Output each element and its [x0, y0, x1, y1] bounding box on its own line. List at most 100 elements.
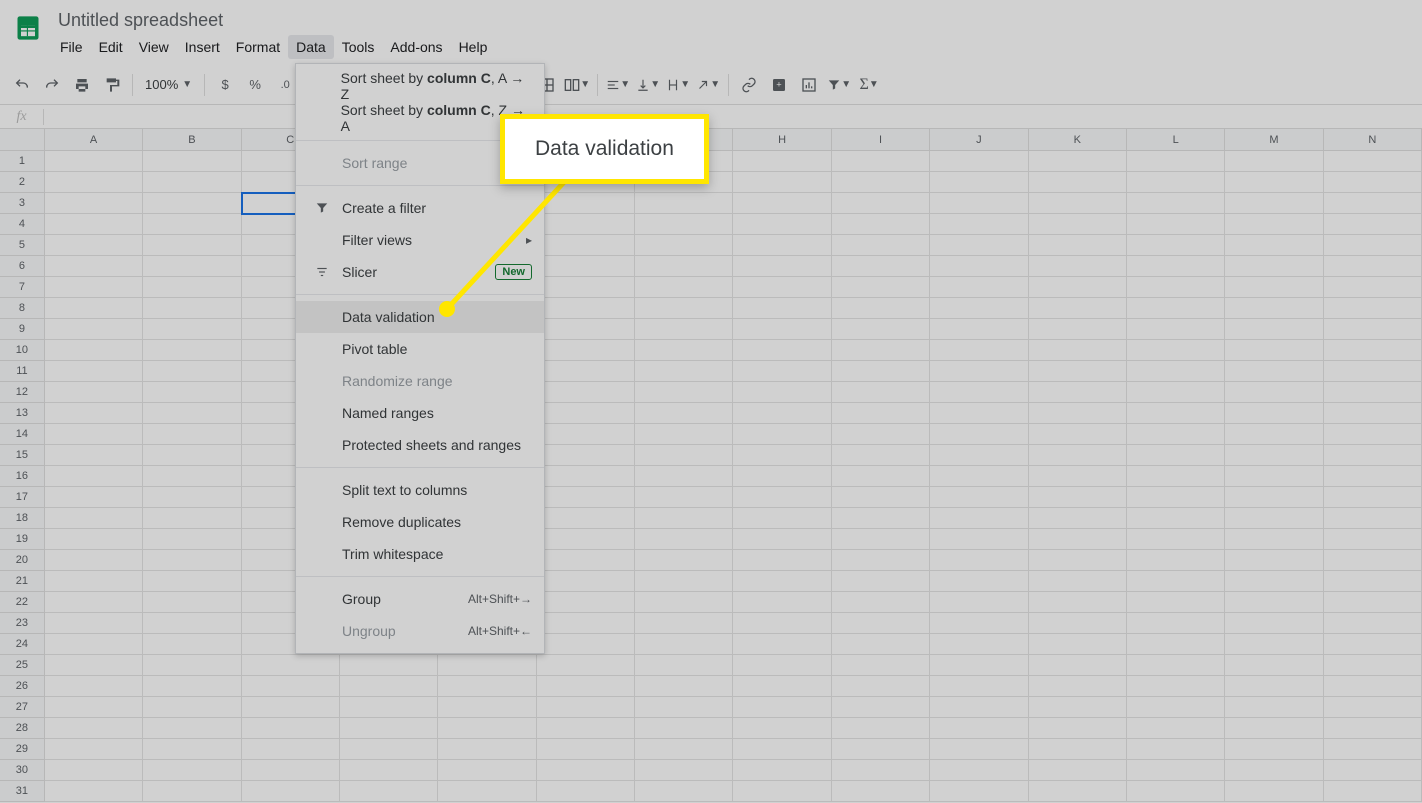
- cell[interactable]: [832, 214, 930, 235]
- cell[interactable]: [733, 340, 831, 361]
- cell[interactable]: [537, 760, 635, 781]
- row-header[interactable]: 1: [0, 151, 45, 172]
- cell[interactable]: [1324, 550, 1422, 571]
- cell[interactable]: [1324, 382, 1422, 403]
- cell[interactable]: [143, 382, 241, 403]
- cell[interactable]: [832, 172, 930, 193]
- cell[interactable]: [1225, 151, 1323, 172]
- cell[interactable]: [635, 319, 733, 340]
- cell[interactable]: [1324, 571, 1422, 592]
- cell[interactable]: [1127, 739, 1225, 760]
- cell[interactable]: [930, 256, 1028, 277]
- cell[interactable]: [733, 361, 831, 382]
- cell[interactable]: [1029, 697, 1127, 718]
- cell[interactable]: [832, 760, 930, 781]
- cell[interactable]: [635, 529, 733, 550]
- cell[interactable]: [1127, 655, 1225, 676]
- cell[interactable]: [45, 760, 143, 781]
- cell[interactable]: [1225, 676, 1323, 697]
- cell[interactable]: [1225, 298, 1323, 319]
- cell[interactable]: [1225, 697, 1323, 718]
- cell[interactable]: [635, 340, 733, 361]
- cell[interactable]: [45, 340, 143, 361]
- cell[interactable]: [537, 340, 635, 361]
- cell[interactable]: [930, 466, 1028, 487]
- cell[interactable]: [930, 760, 1028, 781]
- cell[interactable]: [635, 382, 733, 403]
- cell[interactable]: [1127, 466, 1225, 487]
- cell[interactable]: [733, 256, 831, 277]
- cell[interactable]: [930, 487, 1028, 508]
- cell[interactable]: [143, 193, 241, 214]
- cell[interactable]: [143, 571, 241, 592]
- cell[interactable]: [635, 781, 733, 802]
- cell[interactable]: [635, 403, 733, 424]
- cell[interactable]: [1324, 697, 1422, 718]
- cell[interactable]: [1225, 403, 1323, 424]
- cell[interactable]: [45, 655, 143, 676]
- cell[interactable]: [45, 361, 143, 382]
- cell[interactable]: [930, 781, 1028, 802]
- document-title[interactable]: Untitled spreadsheet: [52, 8, 495, 33]
- cell[interactable]: [45, 550, 143, 571]
- cell[interactable]: [242, 697, 340, 718]
- cell[interactable]: [537, 739, 635, 760]
- menu-format[interactable]: Format: [228, 35, 288, 59]
- cell[interactable]: [143, 466, 241, 487]
- cell[interactable]: [1029, 571, 1127, 592]
- row-header[interactable]: 24: [0, 634, 45, 655]
- cell[interactable]: [537, 613, 635, 634]
- cell[interactable]: [1324, 718, 1422, 739]
- cell[interactable]: [340, 760, 438, 781]
- menu-filter-views[interactable]: Filter views▸: [296, 224, 544, 256]
- cell[interactable]: [537, 193, 635, 214]
- cell[interactable]: [1029, 634, 1127, 655]
- cell[interactable]: [1029, 298, 1127, 319]
- row-header[interactable]: 15: [0, 445, 45, 466]
- cell[interactable]: [1324, 529, 1422, 550]
- cell[interactable]: [930, 340, 1028, 361]
- cell[interactable]: [45, 466, 143, 487]
- cell[interactable]: [340, 739, 438, 760]
- cell[interactable]: [733, 172, 831, 193]
- cell[interactable]: [733, 277, 831, 298]
- cell[interactable]: [1225, 277, 1323, 298]
- cell[interactable]: [537, 487, 635, 508]
- cell[interactable]: [45, 592, 143, 613]
- cell[interactable]: [1225, 571, 1323, 592]
- cell[interactable]: [1029, 319, 1127, 340]
- cell[interactable]: [1029, 403, 1127, 424]
- cell[interactable]: [1127, 571, 1225, 592]
- cell[interactable]: [340, 676, 438, 697]
- column-header[interactable]: N: [1324, 129, 1422, 151]
- cell[interactable]: [45, 214, 143, 235]
- cell[interactable]: [537, 298, 635, 319]
- cell[interactable]: [930, 424, 1028, 445]
- row-header[interactable]: 18: [0, 508, 45, 529]
- spreadsheet-grid[interactable]: ABCDEFGHIJKLMN 1234567891011121314151617…: [0, 129, 1422, 802]
- cell[interactable]: [1324, 676, 1422, 697]
- cell[interactable]: [635, 592, 733, 613]
- cell[interactable]: [832, 592, 930, 613]
- redo-button[interactable]: [38, 71, 66, 99]
- cell[interactable]: [143, 151, 241, 172]
- cell[interactable]: [832, 739, 930, 760]
- cell[interactable]: [733, 760, 831, 781]
- cell[interactable]: [1127, 298, 1225, 319]
- cell[interactable]: [1324, 298, 1422, 319]
- cell[interactable]: [733, 193, 831, 214]
- cell[interactable]: [635, 550, 733, 571]
- column-header[interactable]: M: [1225, 129, 1323, 151]
- cell[interactable]: [930, 718, 1028, 739]
- cell[interactable]: [45, 613, 143, 634]
- cell[interactable]: [143, 676, 241, 697]
- cell[interactable]: [1324, 172, 1422, 193]
- merge-cells-button[interactable]: ▼: [563, 71, 591, 99]
- cell[interactable]: [438, 676, 536, 697]
- cell[interactable]: [45, 193, 143, 214]
- cell[interactable]: [1127, 403, 1225, 424]
- cell[interactable]: [1029, 361, 1127, 382]
- row-header[interactable]: 27: [0, 697, 45, 718]
- cell[interactable]: [1127, 319, 1225, 340]
- cell[interactable]: [733, 466, 831, 487]
